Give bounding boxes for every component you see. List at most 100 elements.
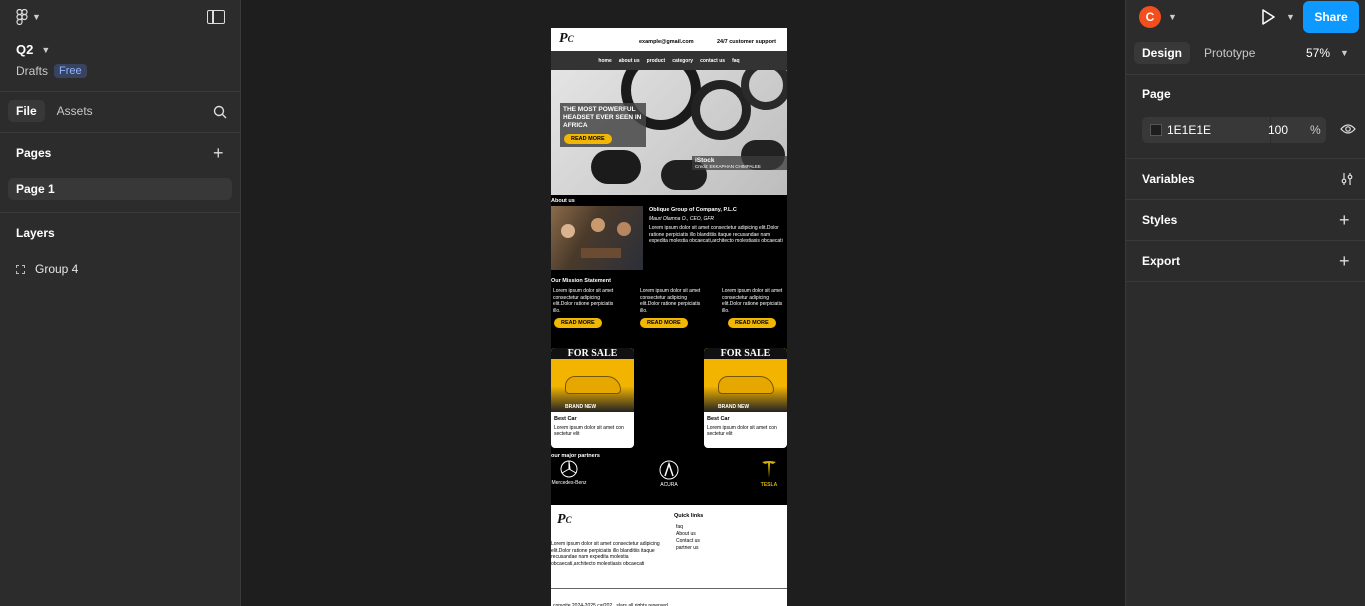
page-section-title: Page — [1142, 87, 1171, 101]
footer-text: Lorem ipsum dolor sit amet consectetur a… — [551, 541, 660, 567]
search-icon[interactable] — [213, 105, 227, 119]
istock-credit-text: Credit: EKKAPHAN CHIMPALEE — [695, 164, 761, 169]
mission-read-more-button[interactable]: READ MORE — [640, 318, 688, 328]
nav-about[interactable]: about us — [619, 58, 640, 64]
divider — [0, 132, 241, 133]
add-export-icon[interactable]: + — [1339, 252, 1350, 270]
car-card[interactable]: FOR SALE BRAND NEW Best Car Lorem ipsum … — [704, 348, 787, 448]
file-name-button[interactable]: Q2 ▼ — [16, 42, 50, 57]
left-panel-tabs: File Assets — [8, 100, 101, 122]
car-description: Lorem ipsum dolor sit amet con sectetur … — [707, 425, 777, 437]
car-name: Best Car — [554, 416, 577, 422]
divider — [1126, 240, 1365, 241]
fill-color-swatch[interactable] — [1150, 124, 1162, 136]
about-company: Oblique Group of Company, P.L.C — [649, 207, 737, 213]
acura-logo: ACURA — [651, 460, 687, 488]
nav-category[interactable]: category — [672, 58, 693, 64]
quick-links-title: Quick links — [674, 513, 704, 519]
hero-title: THE MOST POWERFUL HEADSET EVER SEEN IN A… — [563, 106, 642, 129]
page-fill-row: 1E1E1E 100 % — [1142, 117, 1326, 143]
car-card[interactable]: FOR SALE BRAND NEW Best Car Lorem ipsum … — [551, 348, 634, 448]
car-name: Best Car — [707, 416, 730, 422]
car-for-sale: FOR SALE — [704, 348, 787, 359]
nav-product[interactable]: product — [647, 58, 666, 64]
layer-label: Group 4 — [35, 262, 79, 276]
quick-link[interactable]: partner us — [676, 545, 700, 552]
fill-hex-input[interactable]: 1E1E1E — [1167, 123, 1211, 137]
share-button[interactable]: Share — [1303, 1, 1359, 33]
quick-link[interactable]: Contact us — [676, 538, 700, 545]
car-brand-new: BRAND NEW — [718, 404, 750, 410]
design-frame[interactable]: PC example@gmail.com 24/7 customer suppo… — [551, 28, 787, 606]
car-shape — [565, 376, 621, 394]
hero-banner: THE MOST POWERFUL HEADSET EVER SEEN IN A… — [551, 70, 787, 195]
page-item[interactable]: Page 1 — [8, 178, 232, 200]
mission-read-more-button[interactable]: READ MORE — [728, 318, 776, 328]
visibility-eye-icon[interactable] — [1340, 123, 1356, 135]
tesla-logo: TESLA — [751, 460, 787, 488]
styles-title: Styles — [1142, 213, 1178, 227]
mercedes-logo: Mercedes-Benz — [551, 460, 587, 486]
divider — [1126, 74, 1365, 75]
istock-label: iStock — [695, 157, 715, 164]
divider — [1126, 199, 1365, 200]
layer-item[interactable]: Group 4 — [16, 262, 78, 276]
nav-contact[interactable]: contact us — [700, 58, 725, 64]
mission-title: Our Mission Statement — [551, 278, 611, 284]
chevron-down-icon: ▼ — [1340, 48, 1349, 58]
mercedes-star-icon — [560, 460, 578, 478]
tab-prototype[interactable]: Prototype — [1196, 42, 1263, 64]
zoom-level: 57% — [1306, 46, 1331, 60]
about-text: Oblique Group of Company, P.L.C Mauri Ol… — [649, 207, 784, 245]
tab-file[interactable]: File — [8, 100, 45, 122]
variables-title[interactable]: Variables — [1142, 172, 1195, 186]
zoom-dropdown[interactable]: 57% ▼ — [1306, 46, 1349, 60]
istock-credit: iStock Credit: EKKAPHAN CHIMPALEE — [692, 156, 787, 170]
quick-link[interactable]: About us — [676, 531, 700, 538]
hero-read-more-button[interactable]: READ MORE — [564, 134, 612, 144]
fill-opacity-unit: % — [1310, 123, 1321, 137]
acura-label: ACURA — [660, 482, 678, 488]
file-location: Drafts Free — [16, 64, 87, 78]
right-panel: C ▼ ▼ Share Design Prototype 57% ▼ Page … — [1125, 0, 1365, 606]
quick-links-list: faq About us Contact us partner us — [676, 524, 700, 552]
sidebar-toggle-icon[interactable] — [207, 10, 225, 24]
avatar[interactable]: C — [1139, 6, 1161, 28]
hero-textbox: THE MOST POWERFUL HEADSET EVER SEEN IN A… — [560, 103, 646, 147]
mission-column: Lorem ipsum dolor sit amet consectetur a… — [553, 288, 615, 314]
tab-design[interactable]: Design — [1134, 42, 1191, 64]
nav-home[interactable]: home — [598, 58, 611, 64]
left-panel: ▼ Q2 ▼ Drafts Free File Assets Pages + P… — [0, 0, 241, 606]
tesla-label: TESLA — [760, 482, 778, 488]
right-panel-tabs: Design Prototype — [1134, 42, 1263, 64]
fill-opacity-input[interactable]: 100 — [1268, 123, 1288, 137]
chevron-down-icon[interactable]: ▼ — [1168, 12, 1177, 22]
car-description: Lorem ipsum dolor sit amet con sectetur … — [554, 425, 624, 437]
tesla-icon — [762, 461, 776, 478]
partners-title: our major partners — [551, 453, 600, 459]
mission-text: Lorem ipsum dolor sit amet consectetur a… — [640, 288, 701, 314]
mission-read-more-button[interactable]: READ MORE — [554, 318, 602, 328]
design-footer: PC Lorem ipsum dolor sit amet consectetu… — [551, 505, 787, 588]
nav-faq[interactable]: faq — [732, 58, 740, 64]
main-menu-button[interactable]: ▼ — [16, 9, 46, 25]
canvas[interactable]: PC example@gmail.com 24/7 customer suppo… — [241, 0, 1125, 606]
variables-adjust-icon[interactable] — [1340, 172, 1354, 186]
add-page-icon[interactable]: + — [213, 144, 224, 162]
present-play-icon[interactable] — [1260, 8, 1276, 26]
about-photo — [551, 206, 643, 270]
chevron-down-icon[interactable]: ▼ — [1286, 12, 1295, 22]
car-image: FOR SALE BRAND NEW — [704, 348, 787, 412]
quick-link[interactable]: faq — [676, 524, 700, 531]
car-shape — [718, 376, 774, 394]
about-ceo: Mauri Olamna O., CEO, GFR — [649, 216, 715, 222]
divider — [0, 212, 241, 213]
divider — [1126, 281, 1365, 282]
header-support: 24/7 customer support — [717, 39, 776, 45]
design-header: PC example@gmail.com 24/7 customer suppo… — [551, 28, 787, 51]
footer-logo: PC — [557, 512, 572, 527]
plan-badge[interactable]: Free — [54, 64, 87, 78]
drafts-link[interactable]: Drafts — [16, 64, 48, 78]
tab-assets[interactable]: Assets — [49, 100, 101, 122]
add-style-icon[interactable]: + — [1339, 211, 1350, 229]
